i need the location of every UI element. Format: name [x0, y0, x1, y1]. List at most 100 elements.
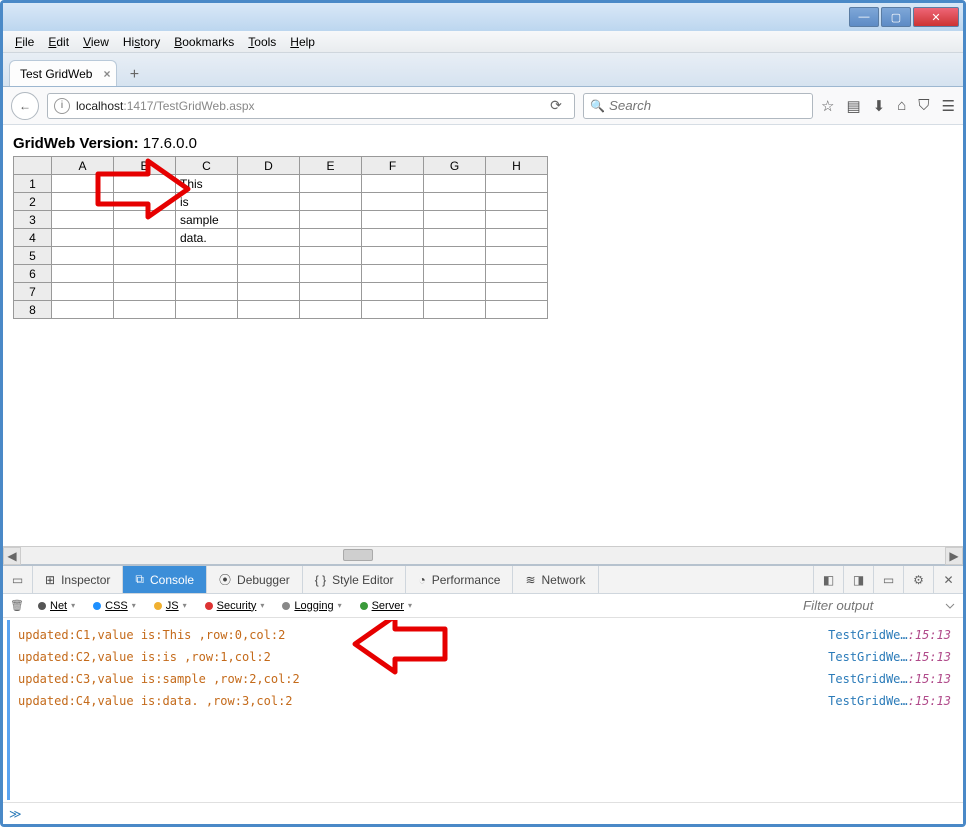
cell[interactable] [486, 283, 548, 301]
cell[interactable] [238, 211, 300, 229]
cell[interactable] [176, 265, 238, 283]
tab-active[interactable]: Test GridWeb × [9, 60, 117, 86]
log-source[interactable]: TestGridWe…:15:13 [828, 628, 951, 642]
col-header[interactable]: G [424, 157, 486, 175]
library-icon[interactable]: ▤ [846, 97, 860, 115]
cell[interactable] [486, 265, 548, 283]
site-info-icon[interactable]: i [54, 98, 70, 114]
cell[interactable] [300, 211, 362, 229]
filter-server[interactable]: Server▾ [353, 598, 419, 614]
row-header[interactable]: 8 [14, 301, 52, 319]
log-source[interactable]: TestGridWe…:15:13 [828, 694, 951, 708]
col-header[interactable]: D [238, 157, 300, 175]
menu-history[interactable]: History [117, 33, 166, 51]
cell[interactable] [300, 283, 362, 301]
filter-js[interactable]: JS▾ [147, 598, 194, 614]
page-h-scrollbar[interactable]: ◀ ▶ [3, 546, 963, 564]
cell[interactable] [52, 229, 114, 247]
tab-style-editor[interactable]: { } Style Editor [303, 566, 407, 593]
cell[interactable] [238, 283, 300, 301]
iframe-picker-icon[interactable]: ▭ [3, 566, 33, 593]
row-header[interactable]: 5 [14, 247, 52, 265]
cell[interactable] [362, 175, 424, 193]
filter-output-input[interactable] [799, 596, 959, 615]
cell[interactable] [424, 265, 486, 283]
cell[interactable] [362, 301, 424, 319]
cell[interactable] [424, 229, 486, 247]
pocket-icon[interactable]: ⛉ [918, 97, 929, 115]
cell[interactable] [362, 247, 424, 265]
cell[interactable] [362, 265, 424, 283]
log-source[interactable]: TestGridWe…:15:13 [828, 650, 951, 664]
menu-file[interactable]: File [9, 33, 40, 51]
cell[interactable] [424, 193, 486, 211]
cell[interactable] [362, 193, 424, 211]
menu-help[interactable]: Help [284, 33, 321, 51]
scroll-left-icon[interactable]: ◀ [3, 547, 21, 565]
cell[interactable] [238, 175, 300, 193]
menu-tools[interactable]: Tools [242, 33, 282, 51]
row-header[interactable]: 2 [14, 193, 52, 211]
menu-view[interactable]: View [77, 33, 115, 51]
tab-network[interactable]: ≋ Network [513, 566, 598, 593]
scroll-right-icon[interactable]: ▶ [945, 547, 963, 565]
row-header[interactable]: 3 [14, 211, 52, 229]
tab-console[interactable]: ⧉ Console [123, 566, 207, 593]
devtools-settings-icon[interactable]: ⚙ [903, 566, 933, 593]
reload-icon[interactable]: ⟳ [544, 97, 568, 114]
maximize-button[interactable]: ▢ [881, 7, 911, 27]
cell[interactable] [114, 265, 176, 283]
col-header[interactable]: H [486, 157, 548, 175]
tab-performance[interactable]: ◔ Performance [406, 566, 513, 593]
cell[interactable] [238, 265, 300, 283]
filter-logging[interactable]: Logging▾ [275, 598, 348, 614]
corner-cell[interactable] [14, 157, 52, 175]
col-header[interactable]: F [362, 157, 424, 175]
new-tab-button[interactable]: + [121, 64, 147, 86]
cell[interactable] [52, 247, 114, 265]
cell[interactable] [486, 175, 548, 193]
dock-side-icon[interactable]: ◧ [813, 566, 843, 593]
filter-security[interactable]: Security▾ [198, 598, 272, 614]
search-input[interactable] [609, 98, 806, 113]
cell[interactable] [424, 283, 486, 301]
cell[interactable] [238, 247, 300, 265]
row-header[interactable]: 1 [14, 175, 52, 193]
cell[interactable] [52, 265, 114, 283]
clear-console-icon[interactable]: 🗑 [7, 599, 27, 612]
menu-bookmarks[interactable]: Bookmarks [168, 33, 240, 51]
dock-side2-icon[interactable]: ◨ [843, 566, 873, 593]
cell[interactable] [424, 175, 486, 193]
cell[interactable] [176, 301, 238, 319]
console-prompt[interactable]: ≫ [3, 802, 963, 824]
tab-close-icon[interactable]: × [103, 67, 110, 81]
row-header[interactable]: 6 [14, 265, 52, 283]
dock-popout-icon[interactable]: ▭ [873, 566, 903, 593]
cell[interactable] [176, 247, 238, 265]
cell[interactable] [300, 193, 362, 211]
col-header[interactable]: E [300, 157, 362, 175]
cell[interactable] [424, 247, 486, 265]
cell[interactable] [238, 229, 300, 247]
cell[interactable] [486, 247, 548, 265]
cell[interactable] [176, 283, 238, 301]
cell[interactable] [114, 229, 176, 247]
row-header[interactable]: 7 [14, 283, 52, 301]
menu-edit[interactable]: Edit [42, 33, 75, 51]
devtools-close-icon[interactable]: ✕ [933, 566, 963, 593]
row-header[interactable]: 4 [14, 229, 52, 247]
menu-icon[interactable]: ☰ [942, 97, 955, 115]
star-icon[interactable]: ☆ [821, 97, 834, 115]
search-box[interactable]: 🔍 [583, 93, 813, 119]
cell[interactable] [486, 229, 548, 247]
cell[interactable] [300, 265, 362, 283]
cell[interactable] [52, 283, 114, 301]
log-source[interactable]: TestGridWe…:15:13 [828, 672, 951, 686]
cell[interactable] [300, 301, 362, 319]
cell[interactable]: data. [176, 229, 238, 247]
tab-inspector[interactable]: ⊞ Inspector [33, 566, 123, 593]
cell[interactable] [238, 301, 300, 319]
home-icon[interactable]: ⌂ [897, 97, 906, 115]
filter-net[interactable]: Net▾ [31, 598, 82, 614]
tab-debugger[interactable]: ⦿ Debugger [207, 566, 303, 593]
